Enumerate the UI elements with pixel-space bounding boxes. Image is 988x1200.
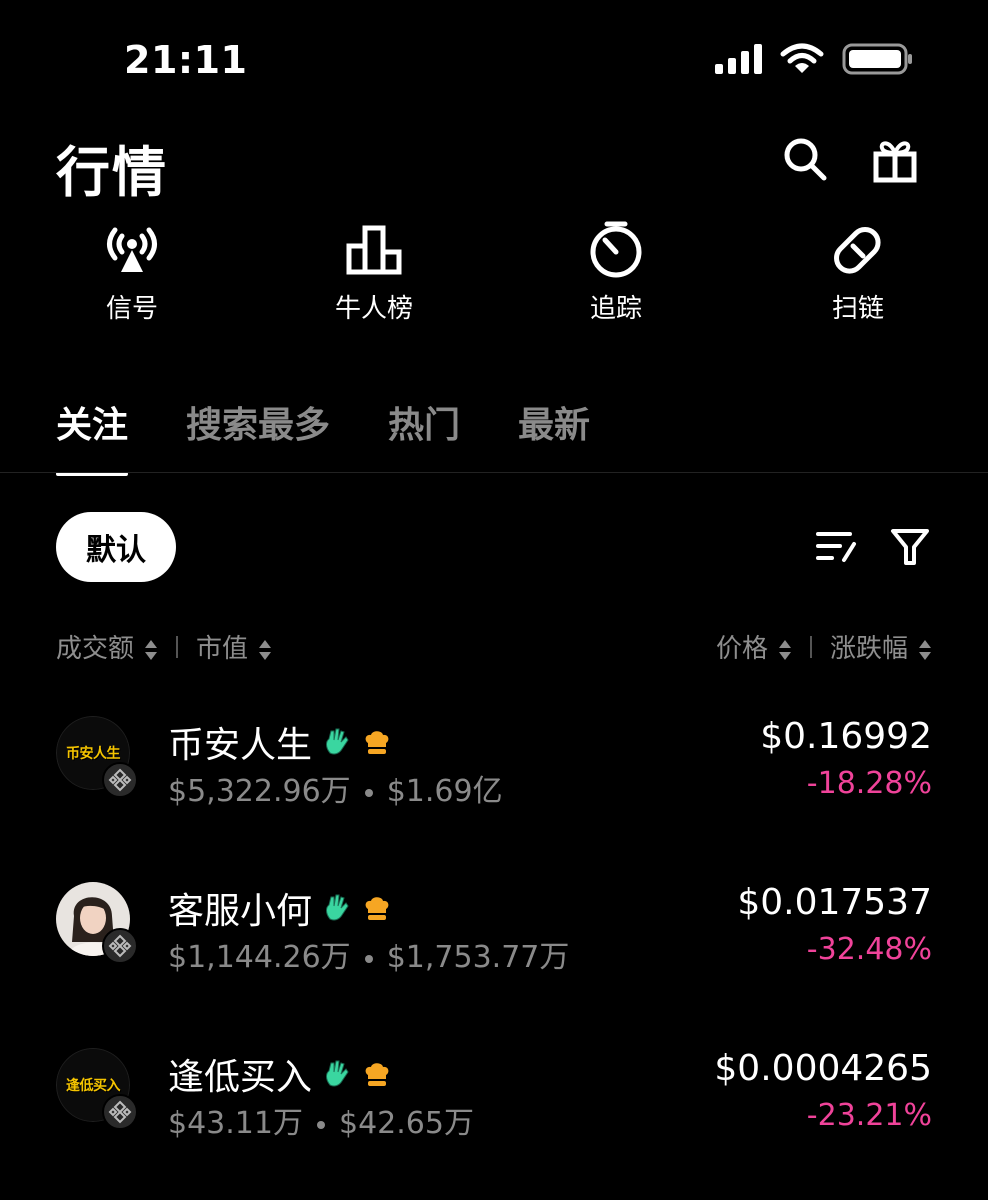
token-price: $0.0004265 [714, 1048, 932, 1089]
token-change: -32.48% [806, 932, 932, 967]
chef-hat-icon [365, 897, 389, 920]
token-market-cap: $1.69亿 [386, 774, 503, 809]
stat-separator-dot [364, 954, 373, 963]
signal-icon [715, 44, 762, 74]
token-row[interactable]: 客服小何 $1,144.26万 $1,753.77万 $0.017537 -32.… [56, 882, 932, 992]
column-separator [809, 635, 812, 658]
change-column-header[interactable]: 涨跌幅 [830, 628, 932, 665]
token-market-cap: $1,753.77万 [386, 940, 570, 975]
link-icon [834, 227, 881, 274]
quick-action-label: 牛人榜 [334, 294, 413, 324]
token-volume: $5,322.96万 [168, 774, 351, 809]
token-price: $0.16992 [760, 716, 932, 757]
status-icons [715, 42, 914, 76]
hand-badge-icon [326, 728, 349, 755]
quick-action-signal[interactable]: 信号 [62, 220, 202, 325]
token-volume: $1,144.26万 [168, 940, 351, 975]
chef-hat-icon [365, 731, 389, 754]
token-price: $0.017537 [737, 882, 932, 923]
status-bar: 21:11 [0, 0, 988, 110]
quick-action-leaderboard[interactable]: 牛人榜 [304, 220, 444, 325]
volume-column-header[interactable]: 成交额 [56, 628, 158, 665]
tab-divider [0, 472, 988, 473]
sort-list-icon[interactable] [814, 524, 858, 568]
status-time: 21:11 [124, 38, 248, 82]
token-volume: $43.11万 [168, 1106, 303, 1141]
tab-following[interactable]: 关注 [56, 396, 129, 476]
bnb-chain-icon [102, 928, 138, 964]
tracking-icon [590, 221, 642, 278]
hand-badge-icon [326, 1060, 349, 1087]
price-label: 价格 [715, 634, 768, 664]
market-screen: 21:11 行情 信号 牛人榜 追踪 扫链 关注 搜索最多 热门 最新 默认 成… [0, 0, 988, 1200]
token-stats: $5,322.96万 $1.69亿 [168, 766, 503, 810]
bnb-chain-icon [102, 762, 138, 798]
sort-arrows-icon [144, 638, 158, 662]
quick-action-tracking[interactable]: 追踪 [546, 220, 686, 325]
filter-icon[interactable] [888, 524, 932, 568]
stat-separator-dot [364, 788, 373, 797]
tab-newest[interactable]: 最新 [518, 396, 590, 476]
quick-action-scan-chain[interactable]: 扫链 [788, 220, 928, 325]
token-name: 币安人生 [168, 725, 313, 766]
stat-separator-dot [316, 1120, 325, 1129]
broadcast-icon [107, 227, 157, 272]
token-row[interactable]: 币安人生 币安人生 $5,322.96万 $1.69亿 $0.16992 -18.… [56, 716, 932, 826]
search-icon[interactable] [780, 134, 830, 184]
token-name: 逢低买入 [168, 1057, 313, 1098]
quick-action-label: 信号 [105, 294, 158, 324]
market-cap-column-header[interactable]: 市值 [196, 628, 272, 665]
gift-icon[interactable] [870, 134, 920, 184]
token-row[interactable]: 逢低买入 逢低买入 $43.11万 $42.65万 $0.0004265 -23.… [56, 1048, 932, 1158]
tab-most-searched[interactable]: 搜索最多 [186, 396, 330, 476]
column-separator [176, 635, 179, 658]
chef-hat-icon [365, 1063, 389, 1086]
token-change: -18.28% [806, 766, 932, 801]
market-cap-label: 市值 [196, 634, 249, 664]
bnb-chain-icon [102, 1094, 138, 1130]
quick-action-label: 扫链 [831, 294, 884, 324]
quick-actions: 信号 牛人榜 追踪 扫链 [0, 220, 988, 330]
quick-action-label: 追踪 [589, 294, 642, 324]
price-column-header[interactable]: 价格 [716, 628, 792, 665]
token-market-cap: $42.65万 [338, 1106, 474, 1141]
hand-badge-icon [326, 894, 349, 921]
token-stats: $1,144.26万 $1,753.77万 [168, 932, 569, 976]
wifi-icon [780, 43, 824, 73]
token-stats: $43.11万 $42.65万 [168, 1098, 474, 1142]
market-tabs: 关注 搜索最多 热门 最新 [56, 396, 648, 476]
change-label: 涨跌幅 [829, 634, 908, 664]
sort-arrows-icon [778, 638, 792, 662]
battery-icon [842, 43, 912, 75]
volume-label: 成交额 [56, 634, 135, 664]
sort-arrows-icon [258, 638, 272, 662]
default-sort-button[interactable]: 默认 [56, 512, 176, 582]
sort-arrows-icon [918, 638, 932, 662]
tab-hot[interactable]: 热门 [388, 396, 460, 476]
token-name: 客服小何 [168, 891, 313, 932]
page-title: 行情 [56, 141, 168, 204]
leaderboard-icon [346, 225, 402, 275]
token-change: -23.21% [806, 1098, 932, 1133]
column-headers: 成交额 市值 价格 涨跌幅 [56, 628, 932, 668]
